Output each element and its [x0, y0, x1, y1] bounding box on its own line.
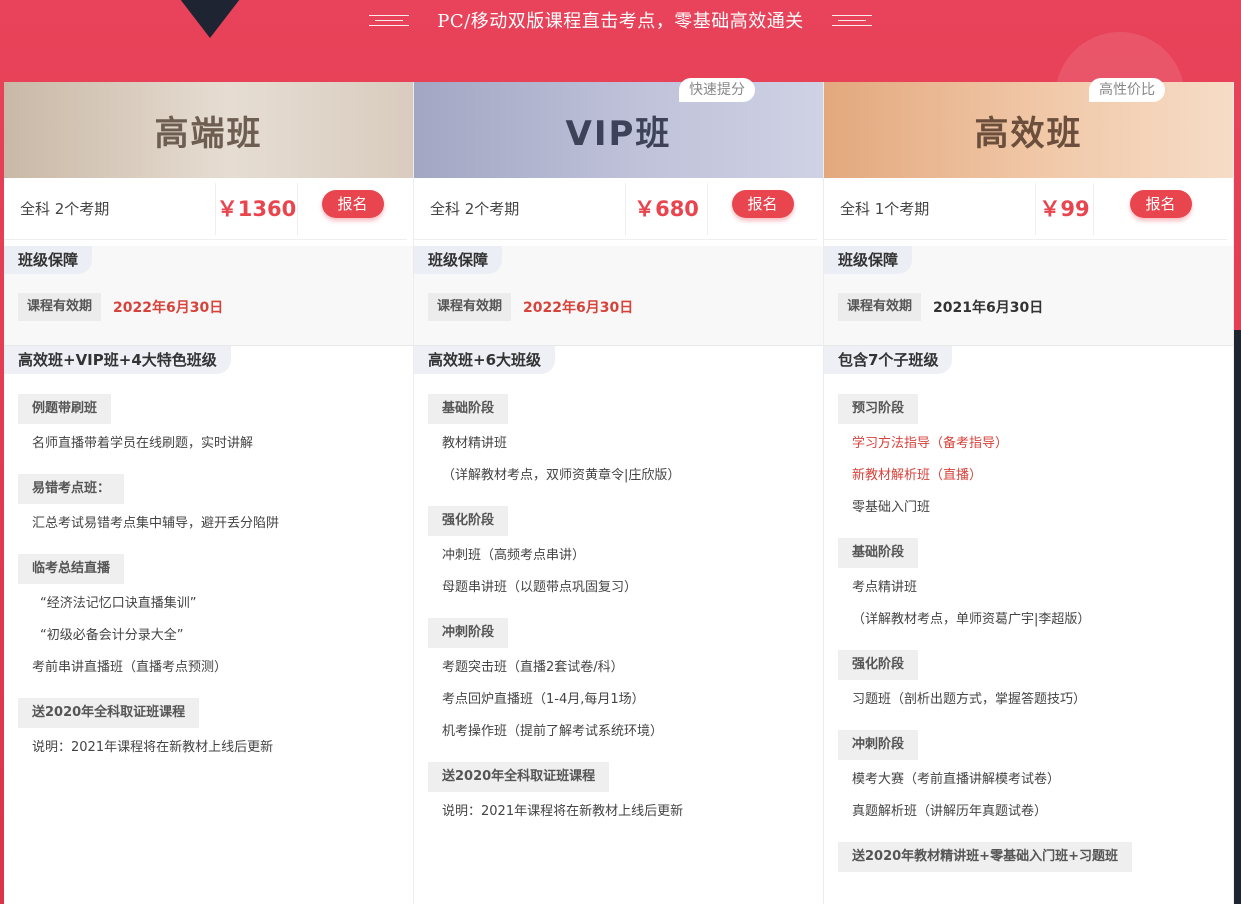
plan-header: 高效班 高性价比	[824, 78, 1233, 178]
plan-term: 全科 2个考期	[414, 182, 626, 235]
course-item: “初级必备会计分录大全”	[40, 628, 184, 643]
stage-label: 冲刺阶段	[838, 730, 919, 760]
course-block: 送2020年全科取证班课程 说明：2021年课程将在新教材上线后更新	[414, 762, 823, 828]
plan-column-vip: VIP班 快速提分 全科 2个考期 ￥680 报名 班级保障 课程有效期 202…	[414, 78, 824, 904]
stage-label: 易错考点班：	[18, 474, 125, 504]
price-row: 全科 2个考期 ￥680 报名	[414, 178, 817, 240]
course-item: 学习方法指导（备考指导）	[852, 436, 1009, 451]
stage-label: 强化阶段	[428, 506, 509, 536]
course-block: 例题带刷班 名师直播带着学员在线刷题，实时讲解	[4, 394, 413, 460]
course-list: 高效班+6大班级 基础阶段 教材精讲班 （详解教材考点，双师资黄章令|庄欣版） …	[414, 346, 823, 828]
course-item: 冲刺班（高频考点串讲）	[442, 548, 586, 563]
headline-decoration-right	[831, 13, 872, 27]
course-item: 习题班（剖析出题方式，掌握答题技巧）	[852, 692, 1087, 707]
course-list: 高效班+VIP班+4大特色班级 例题带刷班 名师直播带着学员在线刷题，实时讲解 …	[4, 346, 413, 764]
decorative-dark-strip	[1234, 330, 1241, 904]
stage-label: 冲刺阶段	[428, 618, 509, 648]
section-title: 班级保障	[4, 246, 93, 274]
course-item: 新教材解析班（直播）	[852, 468, 983, 483]
plan-term: 全科 2个考期	[4, 182, 216, 235]
course-item: 模考大赛（考前直播讲解模考试卷）	[852, 772, 1061, 787]
plan-badge: 快速提分	[679, 78, 755, 102]
plan-header: 高端班	[4, 82, 413, 178]
stage-label: 强化阶段	[838, 650, 919, 680]
courses-title: 高效班+6大班级	[414, 346, 556, 374]
course-item: 教材精讲班	[442, 436, 508, 451]
course-block: 基础阶段 考点精讲班 （详解教材考点，单师资葛广宇|李超版）	[824, 538, 1233, 636]
courses-title: 包含7个子班级	[824, 346, 953, 374]
plan-badge: 高性价比	[1089, 78, 1165, 102]
plan-title: 高端班	[154, 113, 263, 154]
validity-date: 2022年6月30日	[523, 300, 634, 316]
plan-title: 高效班	[974, 113, 1083, 154]
register-button[interactable]: 报名	[321, 189, 384, 218]
plan-term: 全科 1个考期	[824, 182, 1036, 235]
stage-label: 例题带刷班	[18, 394, 112, 424]
course-block: 易错考点班： 汇总考试易错考点集中辅导，避开丢分陷阱	[4, 474, 413, 540]
price-row: 全科 1个考期 ￥99 报名	[824, 178, 1227, 240]
class-guarantee-section: 班级保障 课程有效期 2022年6月30日	[4, 246, 413, 346]
validity-label: 课程有效期	[838, 293, 922, 321]
class-guarantee-section: 班级保障 课程有效期 2021年6月30日	[824, 246, 1233, 346]
plan-header: VIP班 快速提分	[414, 78, 823, 178]
price-row: 全科 2个考期 ￥1360 报名	[4, 178, 407, 240]
course-item: 名师直播带着学员在线刷题，实时讲解	[32, 436, 254, 451]
course-block: 送2020年全科取证班课程 说明：2021年课程将在新教材上线后更新	[4, 698, 413, 764]
validity-date: 2022年6月30日	[113, 300, 224, 316]
stage-label: 送2020年教材精讲班+零基础入门班+习题班	[838, 842, 1132, 872]
course-item: （详解教材考点，双师资黄章令|庄欣版）	[442, 468, 681, 483]
stage-label: 预习阶段	[838, 394, 919, 424]
course-item: 机考操作班（提前了解考试系统环境）	[442, 724, 664, 739]
course-block: 冲刺阶段 考题突击班（直播2套试卷/科） 考点回炉直播班（1-4月,每月1场） …	[414, 618, 823, 748]
section-title: 班级保障	[824, 246, 913, 274]
plan-price: ￥680	[626, 182, 708, 235]
courses-title: 高效班+VIP班+4大特色班级	[4, 346, 231, 374]
course-item: 真题解析班（讲解历年真题试卷）	[852, 804, 1048, 819]
register-button[interactable]: 报名	[731, 189, 794, 218]
course-list: 包含7个子班级 预习阶段 学习方法指导（备考指导） 新教材解析班（直播） 零基础…	[824, 346, 1233, 876]
plan-price: ￥99	[1036, 182, 1094, 235]
course-item: 考前串讲直播班（直播考点预测）	[32, 660, 228, 675]
course-item: 考点回炉直播班（1-4月,每月1场）	[442, 692, 645, 707]
plan-title: VIP班	[565, 113, 672, 154]
validity-row: 课程有效期 2021年6月30日	[838, 293, 1043, 321]
class-guarantee-section: 班级保障 课程有效期 2022年6月30日	[414, 246, 823, 346]
headline-decoration-left	[369, 13, 410, 27]
course-block: 强化阶段 冲刺班（高频考点串讲） 母题串讲班（以题带点巩固复习）	[414, 506, 823, 604]
validity-row: 课程有效期 2022年6月30日	[428, 293, 633, 321]
headline-text: PC/移动双版课程直击考点，零基础高效通关	[437, 11, 804, 32]
page-headline: PC/移动双版课程直击考点，零基础高效通关	[0, 0, 1241, 40]
stage-label: 送2020年全科取证班课程	[18, 698, 200, 728]
validity-label: 课程有效期	[428, 293, 512, 321]
stage-label: 临考总结直播	[18, 554, 125, 584]
course-item: 汇总考试易错考点集中辅导，避开丢分陷阱	[32, 516, 280, 531]
course-block: 冲刺阶段 模考大赛（考前直播讲解模考试卷） 真题解析班（讲解历年真题试卷）	[824, 730, 1233, 828]
course-item: （详解教材考点，单师资葛广宇|李超版）	[852, 612, 1091, 627]
register-button[interactable]: 报名	[1129, 189, 1192, 218]
validity-label: 课程有效期	[18, 293, 102, 321]
validity-row: 课程有效期 2022年6月30日	[18, 293, 223, 321]
course-item: 说明：2021年课程将在新教材上线后更新	[32, 740, 274, 755]
section-title: 班级保障	[414, 246, 503, 274]
course-block: 预习阶段 学习方法指导（备考指导） 新教材解析班（直播） 零基础入门班	[824, 394, 1233, 524]
course-item: 零基础入门班	[852, 500, 931, 515]
plan-column-efficient: 高效班 高性价比 全科 1个考期 ￥99 报名 班级保障 课程有效期 2021年…	[824, 78, 1234, 904]
course-block: 强化阶段 习题班（剖析出题方式，掌握答题技巧）	[824, 650, 1233, 716]
stage-label: 送2020年全科取证班课程	[428, 762, 610, 792]
course-block: 基础阶段 教材精讲班 （详解教材考点，双师资黄章令|庄欣版）	[414, 394, 823, 492]
course-item: 说明：2021年课程将在新教材上线后更新	[442, 804, 684, 819]
course-block: 送2020年教材精讲班+零基础入门班+习题班	[824, 842, 1233, 876]
course-item: 考点精讲班	[852, 580, 918, 595]
plan-price: ￥1360	[216, 182, 298, 235]
course-item: 母题串讲班（以题带点巩固复习）	[442, 580, 638, 595]
validity-date: 2021年6月30日	[933, 300, 1044, 316]
course-block: 临考总结直播 “经济法记忆口诀直播集训” “初级必备会计分录大全” 考前串讲直播…	[4, 554, 413, 684]
plan-column-premium: 高端班 全科 2个考期 ￥1360 报名 班级保障 课程有效期 2022年6月3…	[4, 82, 414, 904]
stage-label: 基础阶段	[838, 538, 919, 568]
course-item: “经济法记忆口诀直播集训”	[40, 596, 197, 611]
stage-label: 基础阶段	[428, 394, 509, 424]
course-item: 考题突击班（直播2套试卷/科）	[442, 660, 624, 675]
